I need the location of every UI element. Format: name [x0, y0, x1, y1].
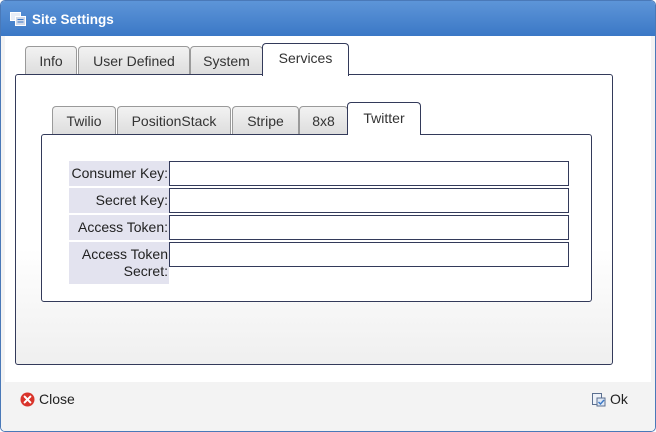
tab-twilio[interactable]: Twilio [52, 106, 116, 136]
access-token-secret-label: Access Token Secret: [69, 242, 169, 284]
tab-stripe[interactable]: Stripe [232, 106, 299, 136]
consumer-key-label: Consumer Key: [69, 161, 169, 186]
tab-services[interactable]: Services [262, 43, 349, 76]
close-button[interactable]: Close [20, 384, 75, 414]
ok-button-label: Ok [610, 391, 628, 407]
dialog-body: Info User Defined System Services Twilio… [5, 36, 651, 382]
tab-8x8[interactable]: 8x8 [299, 106, 348, 136]
tab-system[interactable]: System [190, 46, 263, 76]
ok-button[interactable]: Ok [591, 384, 628, 414]
close-button-label: Close [39, 391, 75, 407]
close-icon [20, 392, 35, 407]
tab-user-defined[interactable]: User Defined [78, 46, 190, 76]
title-bar[interactable]: Site Settings [1, 1, 655, 36]
tab-twitter[interactable]: Twitter [347, 102, 421, 135]
access-token-input[interactable] [169, 215, 569, 240]
site-settings-dialog: Site Settings Info User Defined System S… [0, 0, 656, 432]
settings-window-icon [10, 12, 26, 26]
secret-key-label: Secret Key: [69, 188, 169, 213]
tab-info[interactable]: Info [25, 46, 77, 76]
secret-key-input[interactable] [169, 188, 569, 213]
consumer-key-input[interactable] [169, 161, 569, 186]
ok-icon [592, 392, 606, 407]
tab-positionstack[interactable]: PositionStack [117, 106, 231, 136]
dialog-footer: Close Ok [1, 382, 655, 431]
window-title: Site Settings [32, 12, 114, 27]
access-token-label: Access Token: [69, 215, 169, 240]
access-token-secret-input[interactable] [169, 242, 569, 267]
